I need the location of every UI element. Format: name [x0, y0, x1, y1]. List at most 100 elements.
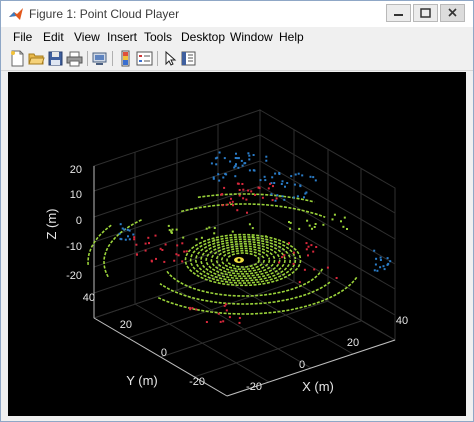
lidar-point	[281, 195, 284, 198]
lidar-point	[333, 213, 336, 216]
lidar-point	[313, 226, 316, 228]
property-inspector-button[interactable]	[180, 50, 197, 67]
lidar-point	[163, 260, 166, 263]
menu-insert[interactable]: Insert	[107, 30, 137, 44]
lidar-point	[280, 183, 283, 185]
lidar-point	[275, 197, 278, 200]
point-cloud-axes[interactable]: 20 10 0 -10 -20 Z (m) 40 20 0 -20 Y (m) …	[8, 72, 466, 416]
lidar-point	[213, 232, 216, 235]
lidar-point	[286, 182, 289, 184]
lidar-point	[379, 259, 382, 261]
lidar-point	[311, 227, 313, 230]
menu-edit[interactable]: Edit	[43, 30, 64, 44]
lidar-point	[185, 250, 188, 253]
lidar-point	[258, 187, 261, 190]
lidar-point	[144, 242, 147, 245]
lidar-point	[181, 242, 184, 245]
lidar-point	[218, 151, 221, 154]
toolbar-separator	[157, 51, 158, 66]
z-tick: 20	[70, 164, 82, 176]
window-title: Figure 1: Point Cloud Player	[29, 7, 180, 21]
lidar-point	[276, 194, 279, 197]
minimize-button[interactable]	[386, 4, 411, 22]
menu-view[interactable]: View	[74, 30, 100, 44]
property-inspector-icon	[181, 51, 196, 66]
figure-canvas[interactable]: 20 10 0 -10 -20 Z (m) 40 20 0 -20 Y (m) …	[8, 72, 466, 416]
lidar-point	[278, 172, 281, 174]
lidar-point	[127, 235, 129, 238]
lidar-point	[314, 179, 317, 182]
lidar-point	[322, 223, 325, 226]
lidar-point	[326, 266, 329, 269]
z-tick: -10	[66, 241, 82, 253]
menu-desktop[interactable]: Desktop	[181, 30, 225, 44]
lidar-point	[147, 236, 150, 239]
lidar-point	[224, 173, 227, 175]
lidar-point	[267, 187, 270, 190]
lidar-point	[241, 183, 244, 185]
figure-window: Figure 1: Point Cloud Player File Edit V…	[0, 0, 474, 422]
lidar-point	[245, 198, 248, 201]
link-icon	[92, 52, 107, 65]
lidar-point	[248, 154, 251, 157]
lidar-point	[269, 182, 272, 185]
lidar-point	[312, 176, 315, 179]
select-arrow-button[interactable]	[161, 50, 178, 67]
colorbar-button[interactable]	[117, 50, 134, 67]
lidar-point	[225, 203, 228, 206]
z-tick: 0	[76, 215, 82, 227]
lidar-point	[305, 248, 308, 251]
lidar-point	[238, 317, 241, 319]
lidar-point	[259, 179, 262, 182]
lidar-point	[379, 266, 382, 269]
lidar-point	[373, 249, 376, 252]
title-bar[interactable]: Figure 1: Point Cloud Player	[1, 1, 473, 27]
lidar-point	[272, 185, 274, 188]
z-axis-ticks: 20 10 0 -10 -20	[66, 164, 82, 282]
lidar-point	[124, 238, 127, 241]
lidar-point	[236, 209, 239, 212]
lidar-point	[265, 155, 268, 158]
legend-button[interactable]	[136, 50, 153, 67]
lidar-point	[237, 166, 240, 169]
matlab-app-icon	[9, 8, 23, 20]
maximize-button[interactable]	[413, 4, 438, 22]
lidar-point	[270, 193, 273, 196]
lidar-point	[265, 159, 268, 162]
lidar-point	[167, 224, 170, 227]
new-figure-button[interactable]	[9, 50, 26, 67]
menu-tools[interactable]: Tools	[144, 30, 172, 44]
lidar-point	[234, 175, 237, 178]
y-tick: 0	[161, 347, 167, 359]
lidar-point	[306, 219, 309, 222]
menu-window[interactable]: Window	[230, 30, 273, 44]
lidar-point	[289, 221, 292, 224]
print-button[interactable]	[66, 50, 83, 67]
lidar-point	[155, 257, 157, 260]
lidar-point	[289, 227, 291, 230]
lidar-point	[238, 321, 241, 324]
scan-ring	[87, 224, 113, 265]
save-button[interactable]	[47, 50, 64, 67]
lidar-point	[376, 269, 379, 272]
lidar-point	[248, 223, 251, 226]
lidar-point	[205, 227, 208, 230]
lidar-point	[292, 262, 295, 265]
lidar-point	[313, 268, 316, 271]
menu-help[interactable]: Help	[279, 30, 304, 44]
lidar-point	[222, 320, 225, 323]
menu-file[interactable]: File	[13, 30, 32, 44]
lidar-point	[379, 256, 382, 259]
link-button[interactable]	[91, 50, 108, 67]
lidar-point	[284, 185, 286, 188]
lidar-point	[121, 227, 124, 230]
open-file-button[interactable]	[28, 50, 45, 67]
lidar-point	[242, 197, 245, 200]
lidar-point	[205, 321, 208, 323]
lidar-point	[254, 193, 256, 196]
x-tick: -20	[246, 381, 262, 393]
z-tick: -20	[66, 270, 82, 282]
close-button[interactable]	[440, 4, 465, 22]
lidar-point	[343, 216, 346, 219]
y-tick: 40	[83, 292, 95, 304]
